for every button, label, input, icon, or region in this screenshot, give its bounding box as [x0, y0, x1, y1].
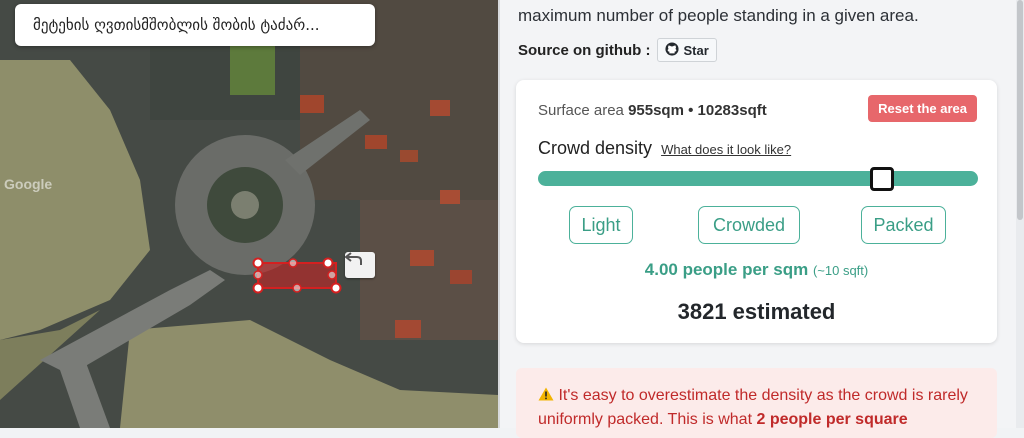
surface-area: Surface area 955sqm • 10283sqft	[538, 102, 767, 119]
preset-packed-button[interactable]: Packed	[861, 206, 946, 244]
preset-crowded-button[interactable]: Crowded	[698, 206, 800, 244]
undo-button[interactable]	[345, 252, 375, 278]
reset-area-button[interactable]: Reset the area	[868, 95, 977, 122]
github-star-button[interactable]: Star	[656, 38, 717, 62]
estimated-count: 3821 estimated	[677, 299, 836, 324]
slider-thumb[interactable]	[870, 167, 895, 191]
crowd-card: Surface area 955sqm • 10283sqft Reset th…	[516, 80, 997, 343]
place-name-card[interactable]: მეტეხის ღვთისმშობლის შობის ტაძარ...	[15, 4, 375, 46]
github-icon	[664, 41, 679, 59]
side-panel: maximum number of people standing in a g…	[500, 0, 1024, 438]
preset-light-button[interactable]: Light	[569, 206, 633, 244]
satellite-imagery	[0, 0, 498, 428]
warning-text: It's easy to overestimate the density as…	[538, 384, 983, 432]
warning-text-bold: 2 people per square	[756, 411, 908, 428]
place-name: მეტეხის ღვთისმშობლის შობის ტაძარ...	[33, 16, 320, 34]
warning-icon	[538, 387, 558, 404]
density-title: Crowd density	[538, 138, 653, 158]
google-watermark: Google	[4, 176, 53, 192]
surface-label: Surface area	[538, 102, 624, 119]
source-label: Source on github :	[518, 41, 651, 59]
intro-text: maximum number of people standing in a g…	[518, 6, 919, 25]
people-per-sqm: 4.00 people per sqm (~10 sqft)	[516, 260, 997, 280]
source-row: Source on github : Star	[518, 38, 717, 62]
people-per-sqm-value: 4.00 people per sqm	[644, 260, 809, 279]
page-scrollbar-thumb[interactable]	[1017, 0, 1023, 220]
map-view[interactable]: Google მეტეხის ღვთისმშობლის შობის ტაძარ.…	[0, 0, 498, 428]
area-selection[interactable]	[252, 257, 342, 294]
crowd-density-heading: Crowd density What does it look like?	[538, 138, 791, 159]
surface-value: 955sqm • 10283sqft	[628, 102, 767, 119]
density-slider[interactable]	[538, 167, 978, 191]
people-per-sqm-hint: (~10 sqft)	[812, 263, 869, 278]
star-label: Star	[683, 42, 709, 58]
density-example-link[interactable]: What does it look like?	[661, 142, 791, 157]
